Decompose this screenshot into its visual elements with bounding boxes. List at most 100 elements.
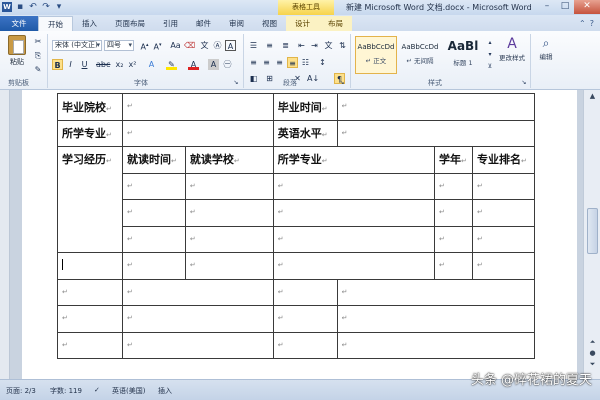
subscript-button[interactable]: x₂ [114, 59, 125, 70]
increase-indent-icon[interactable]: ⇥ [309, 40, 320, 51]
format-painter-icon[interactable]: ✎ [32, 64, 44, 76]
line-spacing-icon[interactable]: ↕ [317, 57, 328, 68]
distributed-icon[interactable]: ☷ [300, 57, 311, 68]
table-cell[interactable] [184, 172, 274, 200]
table-header-cell[interactable]: 所学专业↵ [272, 146, 435, 174]
language-indicator[interactable]: 英语(美国) [112, 386, 145, 396]
redo-icon[interactable]: ↷ [41, 2, 51, 12]
close-icon[interactable]: ✕ [574, 0, 600, 14]
grow-font-icon[interactable]: A▴ [139, 40, 150, 52]
table-cell[interactable] [433, 172, 473, 200]
table-header-cell[interactable]: 学年↵ [433, 146, 473, 174]
align-right-icon[interactable]: ≡ [274, 57, 285, 68]
highlight-icon[interactable]: ✎ [166, 59, 177, 70]
tab-mailings[interactable]: 邮件 [187, 16, 220, 31]
table-cell[interactable] [121, 331, 274, 359]
customize-qat-icon[interactable]: ▾ [54, 2, 64, 12]
table-cell[interactable] [471, 225, 536, 253]
scroll-up-icon[interactable]: ▲ [587, 92, 598, 102]
table-cell[interactable] [121, 225, 186, 253]
table-cell-label[interactable]: 毕业时间↵ [272, 93, 338, 121]
phonetic-guide-icon[interactable]: 文 [199, 40, 210, 51]
table-cell[interactable] [433, 199, 473, 227]
tab-page-layout[interactable]: 页面布局 [106, 16, 154, 31]
minimize-icon[interactable]: – [538, 0, 556, 14]
table-cell[interactable] [471, 199, 536, 227]
table-cell[interactable] [471, 252, 536, 280]
word-count[interactable]: 字数: 119 [50, 386, 82, 396]
table-cell[interactable] [336, 278, 536, 306]
sort-text-icon[interactable]: A↓ [307, 73, 319, 84]
table-cell[interactable] [433, 225, 473, 253]
table-cell[interactable] [433, 252, 473, 280]
table-cell[interactable] [121, 172, 186, 200]
underline-button[interactable]: U [79, 59, 90, 70]
style-normal[interactable]: AaBbCcDd ↵ 正文 [355, 36, 397, 74]
clear-format-icon[interactable]: ⌫ [184, 40, 195, 51]
table-cell-label[interactable]: 英语水平↵ [272, 119, 338, 147]
table-header-cell[interactable]: 专业排名↵ [471, 146, 536, 174]
insert-mode[interactable]: 插入 [158, 386, 172, 396]
tab-design[interactable]: 设计 [286, 16, 319, 31]
borders-icon[interactable]: ⊞ [264, 73, 275, 84]
proofing-icon[interactable]: ✓ [94, 386, 100, 394]
table-cell[interactable] [272, 172, 435, 200]
align-center-icon[interactable]: ≡ [261, 57, 272, 68]
table-cell[interactable] [272, 199, 435, 227]
bullets-icon[interactable]: ☰ [248, 40, 259, 51]
style-no-spacing[interactable]: AaBbCcDd ↵ 无间隔 [399, 36, 441, 74]
table-cell[interactable] [121, 93, 274, 121]
table-cell[interactable] [272, 252, 435, 280]
table-cell[interactable] [57, 305, 123, 333]
maximize-icon[interactable]: □ [556, 0, 574, 14]
document-page[interactable]: 毕业院校↵ 毕业时间↵ 所学专业↵ 英语水平↵ 学习经历↵ 就读时间↵ 就读学校… [22, 90, 577, 379]
table-cell[interactable] [336, 331, 536, 359]
table-cell[interactable] [272, 331, 338, 359]
copy-icon[interactable]: ⎘ [32, 50, 44, 62]
minimize-ribbon-icon[interactable]: ⌃ [579, 19, 586, 28]
tab-layout[interactable]: 布局 [319, 16, 352, 31]
tab-home[interactable]: 开始 [38, 16, 73, 31]
table-cell[interactable] [184, 199, 274, 227]
table-cell[interactable] [121, 252, 186, 280]
scroll-thumb[interactable] [587, 208, 598, 254]
change-case-icon[interactable]: Aa [170, 40, 181, 51]
prev-page-icon[interactable]: ⏶ [587, 338, 598, 348]
save-icon[interactable]: ▪ [15, 2, 25, 12]
browse-object-icon[interactable]: ● [587, 349, 598, 359]
table-cell[interactable] [121, 199, 186, 227]
table-cell[interactable] [471, 172, 536, 200]
table-cell[interactable] [272, 225, 435, 253]
table-cell-active[interactable] [57, 252, 123, 280]
styles-scroll-down-icon[interactable]: ▾ [484, 49, 496, 61]
strikethrough-button[interactable]: abc [96, 59, 110, 70]
table-cell[interactable] [184, 252, 274, 280]
resume-table[interactable]: 毕业院校↵ 毕业时间↵ 所学专业↵ 英语水平↵ 学习经历↵ 就读时间↵ 就读学校… [57, 93, 536, 359]
tab-view[interactable]: 视图 [253, 16, 286, 31]
char-shading-icon[interactable]: A [208, 59, 219, 70]
table-header-cell[interactable]: 就读学校↵ [184, 146, 274, 174]
font-dialog-launcher-icon[interactable]: ↘ [230, 77, 242, 89]
table-cell[interactable] [336, 305, 536, 333]
table-cell[interactable] [57, 278, 123, 306]
shading-icon[interactable]: ◧ [248, 73, 259, 84]
table-cell-label[interactable]: 学习经历↵ [57, 146, 123, 253]
tab-insert[interactable]: 插入 [73, 16, 106, 31]
editing-button[interactable]: ⌕ 编辑 [530, 36, 562, 61]
tab-file[interactable]: 文件 [0, 16, 38, 31]
paste-button[interactable]: 粘贴 [6, 35, 28, 75]
change-styles-button[interactable]: A 更改样式 [496, 36, 528, 62]
font-size-combo[interactable]: 四号 [104, 40, 134, 51]
sort-icon[interactable]: ⇅ [337, 40, 348, 51]
decrease-indent-icon[interactable]: ⇤ [296, 40, 307, 51]
enclose-char-icon[interactable]: Ⓐ [212, 40, 223, 51]
font-name-combo[interactable]: 宋体 (中文正) [52, 40, 102, 51]
cut-icon[interactable]: ✂ [32, 36, 44, 48]
table-cell[interactable] [57, 331, 123, 359]
font-color-icon[interactable]: A [188, 59, 199, 70]
styles-more-icon[interactable]: ⊻ [484, 61, 496, 73]
justify-icon[interactable]: ≡ [287, 57, 298, 68]
text-effects-icon[interactable]: A [146, 59, 157, 70]
table-cell[interactable] [336, 119, 536, 147]
table-cell[interactable] [336, 93, 536, 121]
